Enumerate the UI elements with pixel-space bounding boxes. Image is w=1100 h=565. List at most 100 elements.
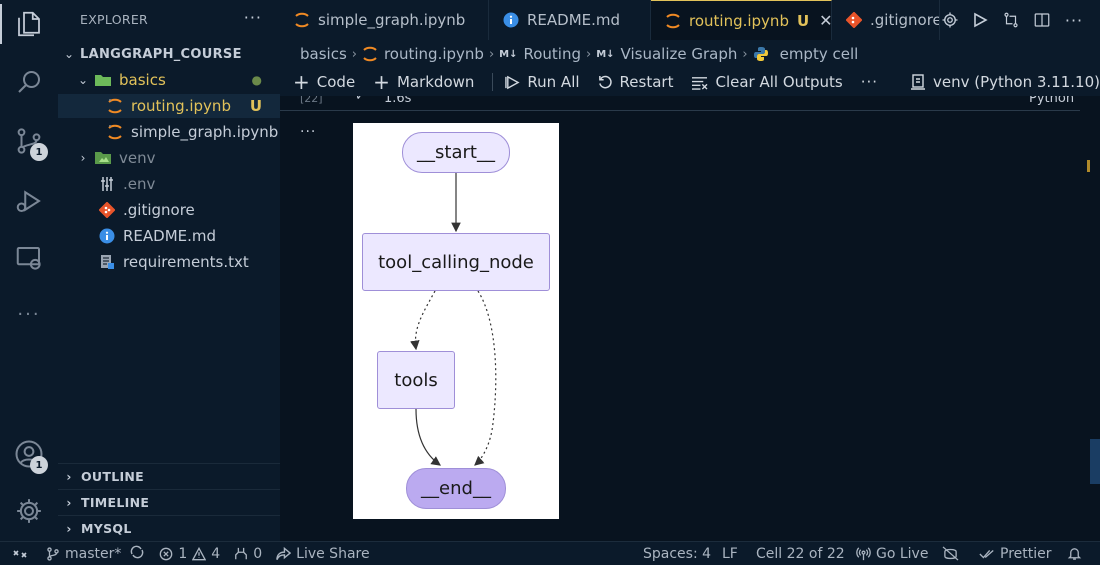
tab-label: routing.ipynb [689,11,789,30]
tab-simple-graph[interactable]: simple_graph.ipynb [280,0,489,40]
button-label: Clear All Outputs [715,73,843,91]
edge-tool-to-end [474,290,497,466]
tab-routing[interactable]: routing.ipynb U ✕ [651,0,832,40]
edge-tool-to-tools [410,290,436,351]
breadcrumb: basics › routing.ipynb › M↓ Routing › M↓… [280,42,858,66]
prettier-label: Prettier [1000,545,1052,562]
execution-duration: 1.6s [384,96,412,106]
chevron-right-icon: › [742,46,748,62]
tree-item-label: routing.ipynb [131,97,231,115]
ports-count: 0 [253,545,263,562]
tree-item-routing[interactable]: routing.ipynb U [58,94,280,118]
graph-output: __start__ tool_calling_node tools __end_… [353,123,559,519]
go-live-label: Go Live [876,545,929,562]
ports-indicator[interactable]: 0 [234,546,262,562]
cell-divider [280,110,1080,111]
chevron-right-icon: › [80,151,86,165]
plus-icon: + [373,70,390,94]
editor-scrollbar[interactable] [1090,439,1100,484]
tree-item-readme[interactable]: README.md [58,224,280,248]
remote-explorer-icon[interactable] [13,242,45,274]
tree-item-simple-graph[interactable]: simple_graph.ipynb [58,120,280,144]
section-mysql[interactable]: › MYSQL [58,515,280,541]
graph-node-start: __start__ [402,132,510,173]
cell-language[interactable]: Python [1029,96,1074,106]
breadcrumb-item[interactable]: routing.ipynb [384,45,484,63]
kernel-picker[interactable]: venv (Python 3.11.10) [910,73,1100,91]
live-share-button[interactable]: Live Share [276,546,370,562]
tree-item-gitignore[interactable]: .gitignore [58,198,280,222]
graph-node-tools: tools [377,351,455,409]
tree-item-env[interactable]: .env [58,172,280,196]
explorer-icon[interactable] [13,8,45,40]
prettier-button[interactable]: Prettier [979,546,1052,562]
add-markdown-cell-button[interactable]: + Markdown [373,70,474,94]
go-live-button[interactable]: Go Live [856,546,928,562]
chevron-right-icon: › [488,46,495,62]
explorer-more-button[interactable]: ··· [244,8,262,27]
chevron-right-icon: › [66,469,72,484]
sync-icon[interactable] [129,545,145,563]
chevron-right-icon: › [351,46,357,62]
output-more-button[interactable]: ··· [300,124,316,140]
breadcrumb-item[interactable]: Visualize Graph [621,45,738,63]
copilot-disabled-icon[interactable] [942,546,959,561]
run-all-button[interactable]: Run All [505,73,580,91]
breadcrumb-item[interactable]: empty cell [780,45,859,63]
editor-tabs: simple_graph.ipynb README.md routing.ipy… [280,0,1100,40]
jupyter-icon [106,123,124,141]
search-icon[interactable] [13,66,45,98]
tree-item-label: simple_graph.ipynb [131,123,279,141]
tab-readme[interactable]: README.md [489,0,651,40]
tree-item-label: .gitignore [123,201,195,219]
untracked-badge: U [249,97,262,115]
kernel-label: venv (Python 3.11.10) [933,73,1100,91]
branch-indicator[interactable]: master* [46,545,145,563]
more-actions-icon[interactable]: ··· [1063,9,1085,31]
notifications-bell-icon[interactable] [1067,546,1082,561]
folder-icon [94,149,112,167]
eol-indicator[interactable]: LF [722,546,738,562]
live-share-icon [276,546,292,561]
scrollbar-marker [1087,160,1090,172]
toolbar-divider [492,73,494,91]
jupyter-icon [362,46,378,62]
cell-position-indicator[interactable]: Cell 22 of 22 [756,546,845,562]
source-control-icon[interactable]: 1 [13,125,48,161]
section-outline[interactable]: › OUTLINE [58,463,280,489]
close-icon[interactable]: ✕ [819,11,831,30]
tree-item-venv[interactable]: › venv [58,146,280,170]
remote-indicator-icon[interactable] [0,542,40,565]
check-icon: ✓ [355,96,366,104]
accounts-icon[interactable]: 1 [13,438,48,474]
project-root[interactable]: ⌄ LANGGRAPH_COURSE [58,42,280,66]
run-debug-icon[interactable] [13,185,45,217]
explorer-sidebar: EXPLORER ··· ⌄ LANGGRAPH_COURSE ⌄ basics… [58,0,280,541]
graph-node-tool-calling: tool_calling_node [362,233,550,291]
tab-label: simple_graph.ipynb [318,11,466,29]
run-file-icon[interactable] [969,9,991,31]
add-code-cell-button[interactable]: + Code [293,70,355,94]
split-editor-icon[interactable] [1031,9,1053,31]
indentation-indicator[interactable]: Spaces: 4 [643,546,711,562]
more-views-icon[interactable]: ··· [13,298,45,330]
tree-item-requirements[interactable]: requirements.txt [58,250,280,274]
problems-indicator[interactable]: 1 4 [159,546,220,562]
settings-gear-icon[interactable] [13,495,45,527]
gear-icon[interactable] [939,9,961,31]
status-bar: master* 1 4 0 Live Share Spaces: 4 LF Ce… [0,541,1100,565]
restart-button[interactable]: Restart [598,73,673,91]
tree-item-basics[interactable]: ⌄ basics ● [58,68,280,92]
graph-edges [410,173,497,466]
section-timeline[interactable]: › TIMELINE [58,489,280,515]
jupyter-icon [294,12,310,28]
breadcrumb-item[interactable]: Routing [523,45,581,63]
tab-gitignore[interactable]: .gitignore [832,0,940,40]
ports-icon [234,547,248,561]
breadcrumb-item[interactable]: basics [300,45,347,63]
compare-changes-icon[interactable] [1000,9,1022,31]
clear-all-outputs-button[interactable]: Clear All Outputs [691,73,843,91]
tree-item-label: basics [119,71,166,89]
toolbar-more-button[interactable]: ··· [861,73,878,91]
chevron-right-icon: › [586,46,592,62]
